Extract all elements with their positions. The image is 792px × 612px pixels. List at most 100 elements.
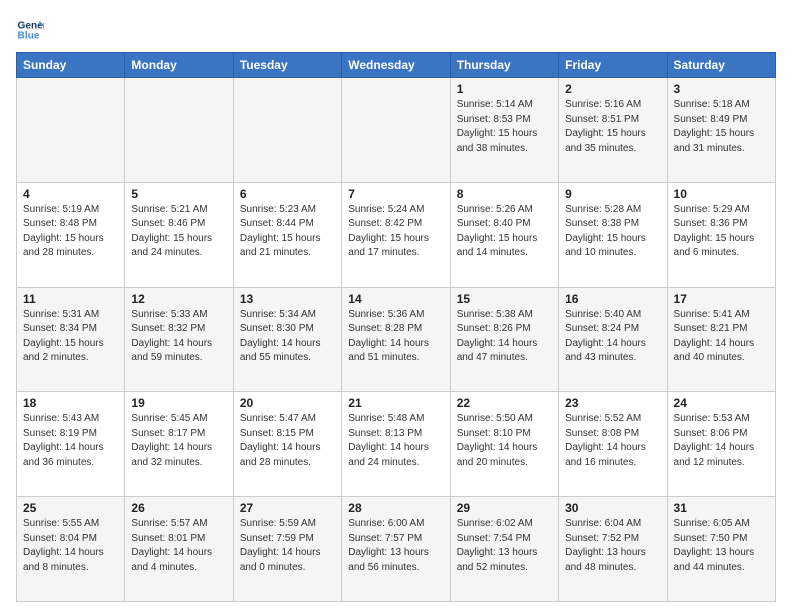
day-cell: 1 Sunrise: 5:14 AM Sunset: 8:53 PM Daylig… bbox=[450, 78, 558, 183]
day-number: 7 bbox=[348, 187, 443, 201]
day-cell: 3 Sunrise: 5:18 AM Sunset: 8:49 PM Daylig… bbox=[667, 78, 775, 183]
day-number: 28 bbox=[348, 501, 443, 515]
day-cell: 27Sunrise: 5:59 AM Sunset: 7:59 PM Dayli… bbox=[233, 497, 341, 602]
day-info: Sunrise: 5:19 AM Sunset: 8:48 PM Dayligh… bbox=[23, 203, 118, 261]
week-row-1: 1 Sunrise: 5:14 AM Sunset: 8:53 PM Daylig… bbox=[17, 78, 776, 183]
day-info: Sunrise: 5:23 AM Sunset: 8:44 PM Dayligh… bbox=[240, 203, 335, 261]
header-day-sunday: Sunday bbox=[17, 53, 125, 78]
header-day-thursday: Thursday bbox=[450, 53, 558, 78]
day-cell: 12 Sunrise: 5:33 AM Sunset: 8:32 PM Dayli… bbox=[125, 287, 233, 392]
calendar-table: SundayMondayTuesdayWednesdayThursdayFrid… bbox=[16, 52, 776, 602]
day-cell: 7 Sunrise: 5:24 AM Sunset: 8:42 PM Daylig… bbox=[342, 182, 450, 287]
logo-icon: General Blue bbox=[16, 16, 44, 44]
day-number: 20 bbox=[240, 396, 335, 410]
header: General Blue bbox=[16, 16, 776, 44]
day-info: Sunrise: 6:02 AM Sunset: 7:54 PM Dayligh… bbox=[457, 517, 552, 575]
day-cell: 24 Sunrise: 5:53 AM Sunset: 8:06 PM Dayli… bbox=[667, 392, 775, 497]
header-row: SundayMondayTuesdayWednesdayThursdayFrid… bbox=[17, 53, 776, 78]
day-info: Sunrise: 5:33 AM Sunset: 8:32 PM Dayligh… bbox=[131, 308, 226, 366]
day-cell: 26 Sunrise: 5:57 AM Sunset: 8:01 PM Dayli… bbox=[125, 497, 233, 602]
day-info: Sunrise: 5:21 AM Sunset: 8:46 PM Dayligh… bbox=[131, 203, 226, 261]
day-info: Sunrise: 5:24 AM Sunset: 8:42 PM Dayligh… bbox=[348, 203, 443, 261]
day-cell: 5 Sunrise: 5:21 AM Sunset: 8:46 PM Daylig… bbox=[125, 182, 233, 287]
day-number: 15 bbox=[457, 292, 552, 306]
day-cell: 23 Sunrise: 5:52 AM Sunset: 8:08 PM Dayli… bbox=[559, 392, 667, 497]
day-info: Sunrise: 6:00 AM Sunset: 7:57 PM Dayligh… bbox=[348, 517, 443, 575]
day-number: 26 bbox=[131, 501, 226, 515]
day-info: Sunrise: 5:53 AM Sunset: 8:06 PM Dayligh… bbox=[674, 412, 769, 470]
day-cell bbox=[342, 78, 450, 183]
day-number: 30 bbox=[565, 501, 660, 515]
day-number: 12 bbox=[131, 292, 226, 306]
day-number: 10 bbox=[674, 187, 769, 201]
day-info: Sunrise: 5:43 AM Sunset: 8:19 PM Dayligh… bbox=[23, 412, 118, 470]
day-cell: 30 Sunrise: 6:04 AM Sunset: 7:52 PM Dayli… bbox=[559, 497, 667, 602]
day-cell: 9 Sunrise: 5:28 AM Sunset: 8:38 PM Daylig… bbox=[559, 182, 667, 287]
day-number: 17 bbox=[674, 292, 769, 306]
week-row-5: 25Sunrise: 5:55 AM Sunset: 8:04 PM Dayli… bbox=[17, 497, 776, 602]
day-info: Sunrise: 5:16 AM Sunset: 8:51 PM Dayligh… bbox=[565, 98, 660, 156]
day-info: Sunrise: 5:55 AM Sunset: 8:04 PM Dayligh… bbox=[23, 517, 118, 575]
day-number: 29 bbox=[457, 501, 552, 515]
day-cell bbox=[233, 78, 341, 183]
header-day-monday: Monday bbox=[125, 53, 233, 78]
week-row-2: 4 Sunrise: 5:19 AM Sunset: 8:48 PM Daylig… bbox=[17, 182, 776, 287]
day-number: 14 bbox=[348, 292, 443, 306]
day-info: Sunrise: 5:40 AM Sunset: 8:24 PM Dayligh… bbox=[565, 308, 660, 366]
day-number: 6 bbox=[240, 187, 335, 201]
day-cell: 2Sunrise: 5:16 AM Sunset: 8:51 PM Daylig… bbox=[559, 78, 667, 183]
day-cell: 11 Sunrise: 5:31 AM Sunset: 8:34 PM Dayli… bbox=[17, 287, 125, 392]
day-number: 9 bbox=[565, 187, 660, 201]
day-info: Sunrise: 5:38 AM Sunset: 8:26 PM Dayligh… bbox=[457, 308, 552, 366]
day-number: 13 bbox=[240, 292, 335, 306]
day-info: Sunrise: 5:28 AM Sunset: 8:38 PM Dayligh… bbox=[565, 203, 660, 261]
day-cell: 8Sunrise: 5:26 AM Sunset: 8:40 PM Daylig… bbox=[450, 182, 558, 287]
svg-text:Blue: Blue bbox=[18, 31, 40, 42]
day-info: Sunrise: 5:26 AM Sunset: 8:40 PM Dayligh… bbox=[457, 203, 552, 261]
day-cell: 14Sunrise: 5:36 AM Sunset: 8:28 PM Dayli… bbox=[342, 287, 450, 392]
day-cell: 19Sunrise: 5:45 AM Sunset: 8:17 PM Dayli… bbox=[125, 392, 233, 497]
day-info: Sunrise: 5:18 AM Sunset: 8:49 PM Dayligh… bbox=[674, 98, 769, 156]
day-cell: 4 Sunrise: 5:19 AM Sunset: 8:48 PM Daylig… bbox=[17, 182, 125, 287]
day-info: Sunrise: 5:14 AM Sunset: 8:53 PM Dayligh… bbox=[457, 98, 552, 156]
day-info: Sunrise: 5:57 AM Sunset: 8:01 PM Dayligh… bbox=[131, 517, 226, 575]
day-cell: 15 Sunrise: 5:38 AM Sunset: 8:26 PM Dayli… bbox=[450, 287, 558, 392]
day-number: 16 bbox=[565, 292, 660, 306]
day-number: 24 bbox=[674, 396, 769, 410]
day-number: 11 bbox=[23, 292, 118, 306]
week-row-4: 18 Sunrise: 5:43 AM Sunset: 8:19 PM Dayli… bbox=[17, 392, 776, 497]
day-number: 5 bbox=[131, 187, 226, 201]
day-cell bbox=[17, 78, 125, 183]
logo: General Blue bbox=[16, 16, 48, 44]
day-info: Sunrise: 5:29 AM Sunset: 8:36 PM Dayligh… bbox=[674, 203, 769, 261]
day-number: 19 bbox=[131, 396, 226, 410]
day-info: Sunrise: 5:34 AM Sunset: 8:30 PM Dayligh… bbox=[240, 308, 335, 366]
day-cell: 29 Sunrise: 6:02 AM Sunset: 7:54 PM Dayli… bbox=[450, 497, 558, 602]
day-cell: 10 Sunrise: 5:29 AM Sunset: 8:36 PM Dayli… bbox=[667, 182, 775, 287]
day-info: Sunrise: 5:48 AM Sunset: 8:13 PM Dayligh… bbox=[348, 412, 443, 470]
day-number: 22 bbox=[457, 396, 552, 410]
day-cell: 18 Sunrise: 5:43 AM Sunset: 8:19 PM Dayli… bbox=[17, 392, 125, 497]
day-cell: 16 Sunrise: 5:40 AM Sunset: 8:24 PM Dayli… bbox=[559, 287, 667, 392]
day-number: 1 bbox=[457, 82, 552, 96]
header-day-saturday: Saturday bbox=[667, 53, 775, 78]
day-info: Sunrise: 5:47 AM Sunset: 8:15 PM Dayligh… bbox=[240, 412, 335, 470]
day-cell: 13 Sunrise: 5:34 AM Sunset: 8:30 PM Dayli… bbox=[233, 287, 341, 392]
day-info: Sunrise: 6:04 AM Sunset: 7:52 PM Dayligh… bbox=[565, 517, 660, 575]
header-day-friday: Friday bbox=[559, 53, 667, 78]
day-info: Sunrise: 5:31 AM Sunset: 8:34 PM Dayligh… bbox=[23, 308, 118, 366]
day-number: 18 bbox=[23, 396, 118, 410]
day-info: Sunrise: 6:05 AM Sunset: 7:50 PM Dayligh… bbox=[674, 517, 769, 575]
day-cell: 22Sunrise: 5:50 AM Sunset: 8:10 PM Dayli… bbox=[450, 392, 558, 497]
header-day-wednesday: Wednesday bbox=[342, 53, 450, 78]
day-cell: 21 Sunrise: 5:48 AM Sunset: 8:13 PM Dayli… bbox=[342, 392, 450, 497]
day-info: Sunrise: 5:41 AM Sunset: 8:21 PM Dayligh… bbox=[674, 308, 769, 366]
day-number: 21 bbox=[348, 396, 443, 410]
day-cell: 25Sunrise: 5:55 AM Sunset: 8:04 PM Dayli… bbox=[17, 497, 125, 602]
day-info: Sunrise: 5:59 AM Sunset: 7:59 PM Dayligh… bbox=[240, 517, 335, 575]
day-number: 3 bbox=[674, 82, 769, 96]
day-info: Sunrise: 5:52 AM Sunset: 8:08 PM Dayligh… bbox=[565, 412, 660, 470]
day-number: 4 bbox=[23, 187, 118, 201]
day-number: 23 bbox=[565, 396, 660, 410]
week-row-3: 11 Sunrise: 5:31 AM Sunset: 8:34 PM Dayli… bbox=[17, 287, 776, 392]
